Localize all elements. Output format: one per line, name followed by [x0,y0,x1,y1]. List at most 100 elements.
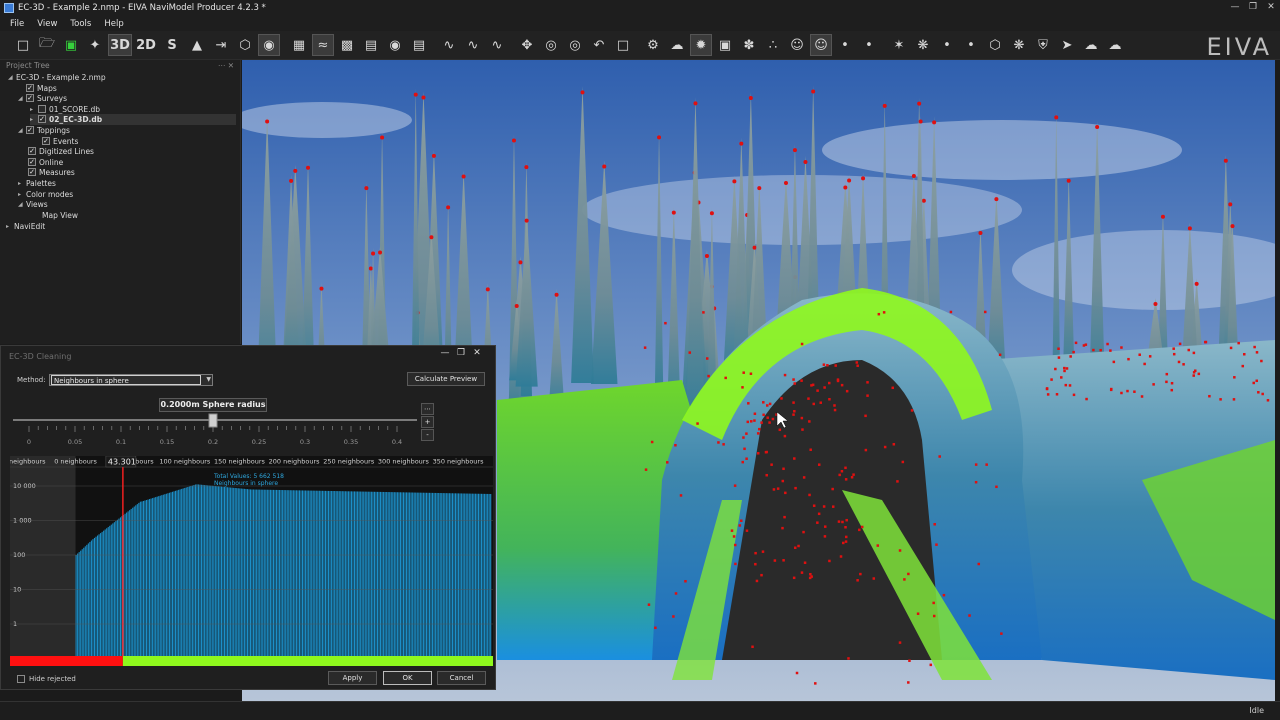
cloud-icon[interactable]: ☁ [666,34,688,56]
checkbox-icon[interactable] [38,105,46,114]
neighbour-histogram[interactable]: 10 0001 000100101 -50 neighbours0 neighb… [10,456,493,666]
mode-s-button[interactable]: S [160,34,184,56]
tree-item-maps[interactable]: ✓ Maps [18,83,57,94]
brush-icon[interactable]: ✽ [738,34,760,56]
new-file-icon[interactable]: □ [12,34,34,56]
tree-item-score[interactable]: ▸ 01_SCORE.db [30,104,100,115]
cloud-upload-icon[interactable]: ☁ [1080,34,1102,56]
north-arrow-icon[interactable]: ▲ [186,34,208,56]
mesh-icon[interactable]: ▩ [336,34,358,56]
settings-icon[interactable]: ⚙ [642,34,664,56]
minimize-icon[interactable]: — [437,348,453,358]
close-icon[interactable]: ✕ [1262,0,1280,16]
slider-thumb[interactable] [208,413,218,428]
expand-icon[interactable]: ▸ [18,180,26,187]
tree-root[interactable]: ◢ EC-3D - Example 2.nmp [8,72,106,83]
tree-item-palettes[interactable]: ▸ Palettes [18,178,56,189]
select-box-icon[interactable]: □ [612,34,634,56]
undo-icon[interactable]: ↶ [588,34,610,56]
clean-tool-icon[interactable]: ✹ [690,34,712,56]
xyz-icon[interactable]: ✶ [888,34,910,56]
contour-icon[interactable]: ≈ [312,34,334,56]
apply-button[interactable]: Apply [328,671,377,685]
checkbox-icon[interactable]: ✓ [38,115,46,124]
box-icon[interactable]: ⬡ [984,34,1006,56]
expand-icon[interactable]: ▸ [30,106,38,113]
method-select[interactable]: Neighbours in sphere ▼ [49,374,213,386]
point-add-icon[interactable]: • [834,34,856,56]
collapse-icon[interactable]: ◢ [18,95,26,102]
tree-item-color-modes[interactable]: ▸ Color modes [18,189,73,200]
expand-icon[interactable]: ▸ [18,191,26,198]
node-remove-icon[interactable]: • [960,34,982,56]
calculate-preview-button[interactable]: Calculate Preview [407,372,485,386]
satellite-icon[interactable]: ✦ [84,34,106,56]
pan-icon[interactable]: ✥ [516,34,538,56]
maximize-icon[interactable]: ❐ [453,348,469,358]
points-icon[interactable]: ∴ [762,34,784,56]
checkbox-icon[interactable]: ✓ [26,94,34,103]
cloud-download-icon[interactable]: ☁ [1104,34,1126,56]
face-icon[interactable]: ☺ [786,34,808,56]
minimize-icon[interactable]: — [1226,0,1244,16]
checkbox-icon[interactable]: ✓ [26,84,34,93]
open-file-icon[interactable]: 🗁 [36,34,58,56]
expand-icon[interactable]: ▸ [30,116,38,123]
camera-icon[interactable]: ◉ [384,34,406,56]
node-add-icon[interactable]: • [936,34,958,56]
tree-item-toppings[interactable]: ◢ ✓ Toppings [18,125,70,136]
expand-icon[interactable]: ▸ [6,223,14,230]
checkbox-icon[interactable]: ✓ [28,147,36,156]
tree-item-map-view[interactable]: Map View [42,210,78,221]
chevron-down-icon[interactable]: ▼ [206,375,211,385]
molecule-icon[interactable]: ❋ [1008,34,1030,56]
sphere-icon[interactable]: ❋ [912,34,934,56]
ruler-icon[interactable]: ▤ [408,34,430,56]
checkbox-icon[interactable]: ✓ [28,158,36,167]
shade-icon[interactable]: ◉ [258,34,280,56]
tree-item-surveys[interactable]: ◢ ✓ Surveys [18,93,67,104]
tree-item-views[interactable]: ◢ Views [18,199,48,210]
checkbox-icon[interactable]: ✓ [26,126,34,135]
grid-icon[interactable]: ▦ [288,34,310,56]
face-active-icon[interactable]: ☺ [810,34,832,56]
checkbox-icon[interactable]: ✓ [42,137,50,146]
exit-view-icon[interactable]: ⇥ [210,34,232,56]
sphere-radius-slider[interactable]: 0 0.05 0.1 0.15 0.2 0.25 0.3 0.35 0.4 [7,412,427,452]
tree-item-digitized-lines[interactable]: ✓ Digitized Lines [20,146,94,157]
hide-rejected-checkbox[interactable] [17,675,25,683]
collapse-icon[interactable]: ◢ [18,201,26,208]
point-remove-icon[interactable]: • [858,34,880,56]
menu-help[interactable]: Help [104,19,123,29]
cube-icon[interactable]: ⬡ [234,34,256,56]
close-icon[interactable]: ✕ [469,348,485,358]
tree-item-events[interactable]: ✓ Events [34,136,78,147]
profile-icon[interactable]: ∿ [438,34,460,56]
mode-2d-button[interactable]: 2D [134,34,158,56]
shield-icon[interactable]: ⛨ [1032,34,1054,56]
profile-multi-icon[interactable]: ∿ [486,34,508,56]
save-icon[interactable]: ▣ [60,34,82,56]
fill-icon[interactable]: ▣ [714,34,736,56]
chart-icon[interactable]: ▤ [360,34,382,56]
ok-button[interactable]: OK [383,671,432,685]
menu-tools[interactable]: Tools [70,19,91,29]
menu-file[interactable]: File [10,19,24,29]
tree-item-ec3d[interactable]: ▸ ✓ 02_EC-3D.db [30,114,236,125]
profile-section-icon[interactable]: ∿ [462,34,484,56]
tree-item-online[interactable]: ✓ Online [20,157,63,168]
panel-pin-close-icon[interactable]: ⋯ ✕ [218,60,234,71]
hide-rejected-option[interactable]: Hide rejected [17,675,76,683]
pin-search-icon[interactable]: ◎ [564,34,586,56]
tree-item-measures[interactable]: ✓ Measures [20,167,75,178]
cursor-icon[interactable]: ➤ [1056,34,1078,56]
collapse-icon[interactable]: ◢ [18,127,26,134]
menu-view[interactable]: View [37,19,57,29]
checkbox-icon[interactable]: ✓ [28,168,36,177]
cancel-button[interactable]: Cancel [437,671,486,685]
pin-icon[interactable]: ◎ [540,34,562,56]
collapse-icon[interactable]: ◢ [8,74,16,81]
mode-3d-button[interactable]: 3D [108,34,132,56]
maximize-icon[interactable]: ❐ [1244,0,1262,16]
tree-item-naviedit[interactable]: ▸ NaviEdit [6,221,45,232]
